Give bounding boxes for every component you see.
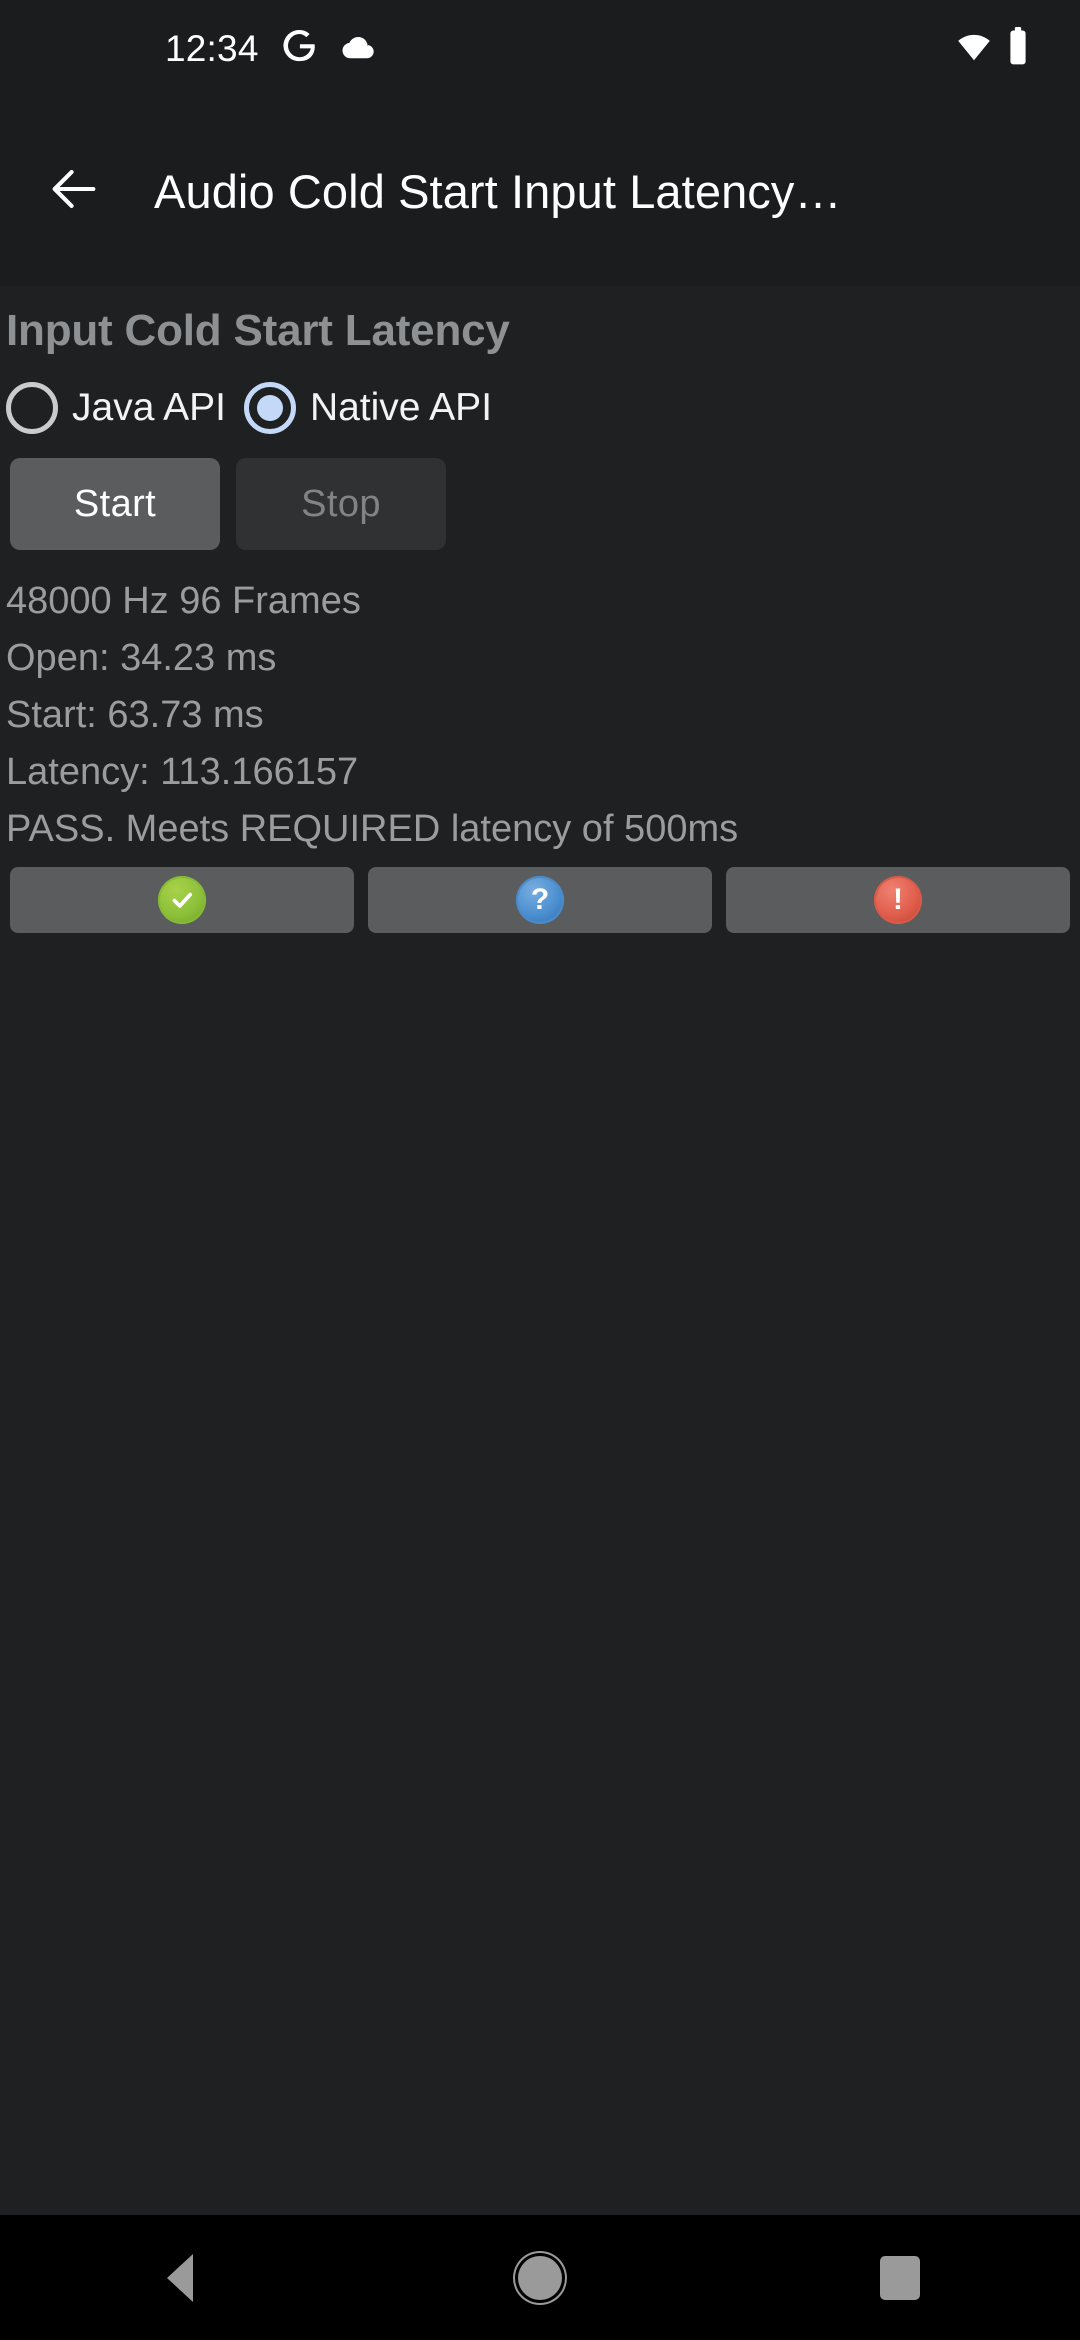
status-bar: 12:34 xyxy=(0,0,1080,96)
google-icon xyxy=(283,29,317,68)
status-bar-left: 12:34 xyxy=(165,29,377,68)
start-button[interactable]: Start xyxy=(10,458,220,550)
nav-recents-button[interactable] xyxy=(720,2215,1080,2340)
verdict-button-row: ? ! xyxy=(0,867,1080,933)
system-navigation-bar xyxy=(0,2215,1080,2340)
main-content: Input Cold Start Latency Java API Native… xyxy=(0,286,1080,2215)
radio-circle-selected-icon xyxy=(243,382,296,434)
arrow-back-icon xyxy=(45,160,103,223)
page-title: Audio Cold Start Input Latency… xyxy=(154,164,842,218)
result-line-start: Start: 63.73 ms xyxy=(6,694,264,736)
status-clock: 12:34 xyxy=(165,27,259,69)
info-button[interactable]: ? xyxy=(368,867,712,933)
pass-button[interactable] xyxy=(10,867,354,933)
section-title: Input Cold Start Latency xyxy=(6,306,510,355)
check-circle-icon xyxy=(158,876,206,924)
result-line-format: 48000 Hz 96 Frames xyxy=(6,580,361,622)
result-line-latency: Latency: 113.166157 xyxy=(6,751,359,793)
radio-label-native-api: Native API xyxy=(309,386,493,429)
transport-button-row: Start Stop xyxy=(0,458,1080,550)
result-line-verdict: PASS. Meets REQUIRED latency of 500ms xyxy=(6,808,739,850)
alert-circle-icon: ! xyxy=(874,876,922,924)
result-line-open: Open: 34.23 ms xyxy=(6,637,277,679)
navigation-back-icon xyxy=(167,2253,193,2302)
radio-option-java-api[interactable]: Java API xyxy=(6,382,226,434)
navigation-recents-icon xyxy=(880,2255,920,2300)
app-bar: Audio Cold Start Input Latency… xyxy=(0,96,1080,286)
stop-button: Stop xyxy=(236,458,446,550)
wifi-icon xyxy=(956,28,992,69)
radio-circle-unselected-icon xyxy=(6,382,58,434)
phone-screen: 12:34 Audio Cold Start Input Latency… In… xyxy=(0,0,1080,2340)
fail-button[interactable]: ! xyxy=(726,867,1070,933)
battery-icon xyxy=(1008,26,1028,70)
radio-label-java-api: Java API xyxy=(72,386,226,429)
back-button[interactable] xyxy=(22,139,126,243)
radio-option-native-api[interactable]: Native API xyxy=(243,382,493,434)
navigation-home-icon xyxy=(518,2255,562,2300)
cloud-icon xyxy=(341,31,377,66)
nav-back-button[interactable] xyxy=(0,2215,360,2340)
question-circle-icon: ? xyxy=(516,876,564,924)
status-bar-right xyxy=(956,26,1028,70)
api-radio-group: Java API Native API xyxy=(0,382,1080,434)
result-text-block: 48000 Hz 96 Frames Open: 34.23 ms Start:… xyxy=(0,582,1080,848)
nav-home-button[interactable] xyxy=(360,2215,720,2340)
